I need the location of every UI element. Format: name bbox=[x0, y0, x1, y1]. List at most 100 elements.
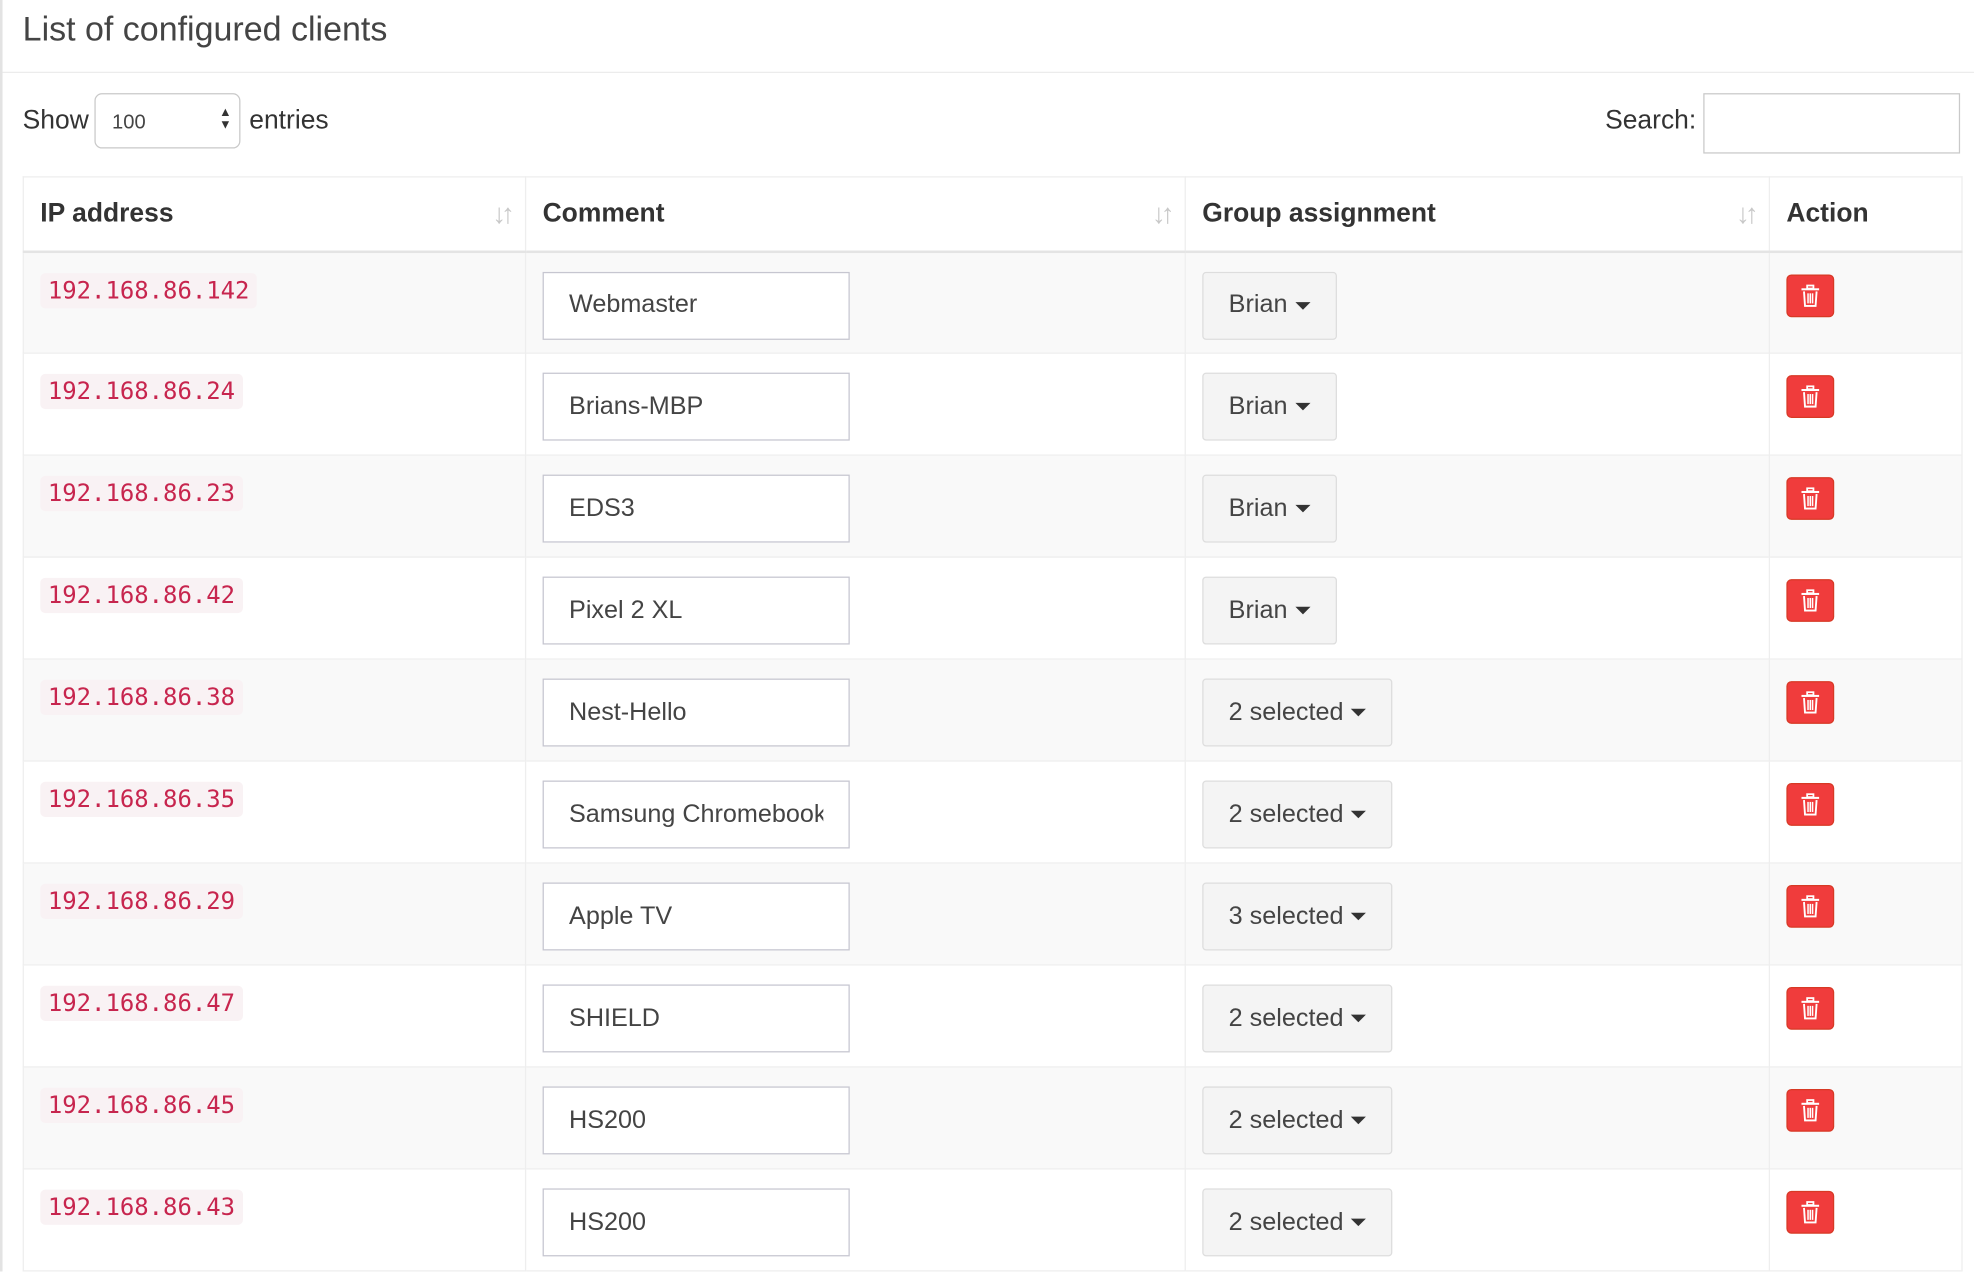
comment-input[interactable] bbox=[542, 1086, 850, 1155]
ip-cell: 192.168.86.45 bbox=[22, 1066, 527, 1170]
comment-cell bbox=[524, 352, 1186, 456]
comment-input[interactable] bbox=[542, 271, 850, 340]
column-header-group[interactable]: Group assignment ↓↑ bbox=[1184, 176, 1771, 253]
group-select-button[interactable]: 2 selected bbox=[1202, 678, 1393, 747]
action-cell bbox=[1768, 1168, 1963, 1272]
sort-icon: ↓↑ bbox=[492, 197, 515, 230]
comment-input[interactable] bbox=[542, 576, 850, 645]
caret-down-icon bbox=[1295, 402, 1311, 411]
comment-cell bbox=[524, 760, 1186, 864]
group-select-button[interactable]: 2 selected bbox=[1202, 1086, 1393, 1155]
column-header-label: IP address bbox=[40, 198, 174, 228]
ip-address: 192.168.86.45 bbox=[40, 1087, 243, 1123]
sort-icon: ↓↑ bbox=[1736, 197, 1759, 230]
ip-cell: 192.168.86.35 bbox=[22, 760, 527, 864]
box-border bbox=[0, 0, 3, 1272]
action-cell bbox=[1768, 1066, 1963, 1170]
group-select-button[interactable]: 3 selected bbox=[1202, 882, 1393, 951]
group-cell: 3 selected bbox=[1184, 862, 1771, 966]
group-select-button[interactable]: 2 selected bbox=[1202, 780, 1393, 849]
table-row: 192.168.86.23 Brian bbox=[22, 454, 1963, 558]
trash-icon bbox=[1801, 997, 1820, 1020]
table-row: 192.168.86.35 2 selected bbox=[22, 760, 1963, 864]
group-select-button[interactable]: Brian bbox=[1202, 271, 1337, 340]
comment-cell bbox=[524, 454, 1186, 558]
caret-down-icon bbox=[1351, 810, 1367, 819]
search-label: Search: bbox=[1605, 105, 1697, 135]
comment-input[interactable] bbox=[542, 984, 850, 1053]
delete-button[interactable] bbox=[1786, 681, 1835, 724]
action-cell bbox=[1768, 862, 1963, 966]
group-cell: 2 selected bbox=[1184, 658, 1771, 762]
group-cell: 2 selected bbox=[1184, 1168, 1771, 1272]
trash-icon bbox=[1801, 385, 1820, 408]
comment-cell bbox=[524, 1066, 1186, 1170]
ip-address: 192.168.86.43 bbox=[40, 1189, 243, 1225]
comment-cell bbox=[524, 964, 1186, 1068]
table-row: 192.168.86.29 3 selected bbox=[22, 862, 1963, 966]
comment-input[interactable] bbox=[542, 882, 850, 951]
comment-input[interactable] bbox=[542, 474, 850, 543]
group-select-button[interactable]: 2 selected bbox=[1202, 984, 1393, 1053]
group-cell: 2 selected bbox=[1184, 964, 1771, 1068]
delete-button[interactable] bbox=[1786, 1190, 1835, 1234]
group-select-label: Brian bbox=[1228, 392, 1288, 420]
group-select-label: Brian bbox=[1228, 494, 1288, 522]
ip-address: 192.168.86.35 bbox=[40, 781, 243, 818]
ip-address: 192.168.86.47 bbox=[40, 985, 243, 1021]
delete-button[interactable] bbox=[1786, 477, 1835, 520]
ip-address: 192.168.86.29 bbox=[40, 883, 243, 919]
ip-cell: 192.168.86.24 bbox=[22, 352, 527, 456]
caret-down-icon bbox=[1351, 708, 1367, 717]
group-select-button[interactable]: Brian bbox=[1202, 474, 1337, 543]
ip-cell: 192.168.86.38 bbox=[22, 658, 527, 762]
ip-cell: 192.168.86.23 bbox=[22, 454, 527, 558]
delete-button[interactable] bbox=[1786, 783, 1835, 826]
comment-input[interactable] bbox=[542, 780, 850, 849]
action-cell bbox=[1768, 760, 1963, 864]
box-header: List of configured clients bbox=[2, 0, 1974, 74]
delete-button[interactable] bbox=[1786, 885, 1835, 928]
table-row: 192.168.86.45 2 selected bbox=[22, 1066, 1963, 1170]
action-cell bbox=[1768, 658, 1963, 762]
group-select-button[interactable]: 2 selected bbox=[1202, 1188, 1393, 1257]
ip-address: 192.168.86.24 bbox=[40, 373, 243, 410]
column-header-comment[interactable]: Comment ↓↑ bbox=[524, 176, 1186, 253]
delete-button[interactable] bbox=[1786, 579, 1835, 622]
group-cell: Brian bbox=[1184, 352, 1771, 456]
delete-button[interactable] bbox=[1786, 273, 1835, 317]
delete-button[interactable] bbox=[1786, 1088, 1835, 1132]
group-cell: Brian bbox=[1184, 250, 1771, 354]
comment-input[interactable] bbox=[542, 372, 850, 441]
table-row: 192.168.86.38 2 selected bbox=[22, 658, 1963, 762]
group-cell: Brian bbox=[1184, 556, 1771, 660]
group-select-label: Brian bbox=[1228, 596, 1288, 624]
column-header-action: Action bbox=[1768, 176, 1963, 253]
group-cell: 2 selected bbox=[1184, 760, 1771, 864]
trash-icon bbox=[1801, 1099, 1820, 1122]
page-length-value: 100 bbox=[112, 112, 146, 134]
comment-input[interactable] bbox=[542, 678, 850, 747]
ip-cell: 192.168.86.142 bbox=[22, 250, 527, 354]
table-controls: Show 100 ▲ ▼ entries Search: bbox=[0, 91, 1974, 156]
table-row: 192.168.86.43 2 selected bbox=[22, 1168, 1963, 1272]
group-select-button[interactable]: Brian bbox=[1202, 372, 1337, 441]
table-header-row: IP address ↓↑ Comment ↓↑ Group assignmen… bbox=[22, 176, 1963, 253]
ip-address: 192.168.86.23 bbox=[40, 475, 243, 512]
caret-down-icon bbox=[1351, 1116, 1367, 1125]
entries-label: entries bbox=[249, 105, 329, 135]
group-cell: Brian bbox=[1184, 454, 1771, 558]
search-input[interactable] bbox=[1703, 93, 1961, 154]
page-length-select[interactable]: 100 ▲ ▼ bbox=[94, 93, 241, 149]
trash-icon bbox=[1801, 1201, 1820, 1224]
delete-button[interactable] bbox=[1786, 986, 1835, 1030]
ip-address: 192.168.86.142 bbox=[40, 272, 258, 308]
caret-down-icon bbox=[1351, 1014, 1367, 1023]
action-cell bbox=[1768, 964, 1963, 1068]
caret-down-icon bbox=[1351, 1218, 1367, 1227]
action-cell bbox=[1768, 556, 1963, 660]
delete-button[interactable] bbox=[1786, 375, 1835, 418]
comment-input[interactable] bbox=[542, 1188, 850, 1257]
group-select-button[interactable]: Brian bbox=[1202, 576, 1337, 645]
column-header-ip[interactable]: IP address ↓↑ bbox=[22, 176, 527, 253]
